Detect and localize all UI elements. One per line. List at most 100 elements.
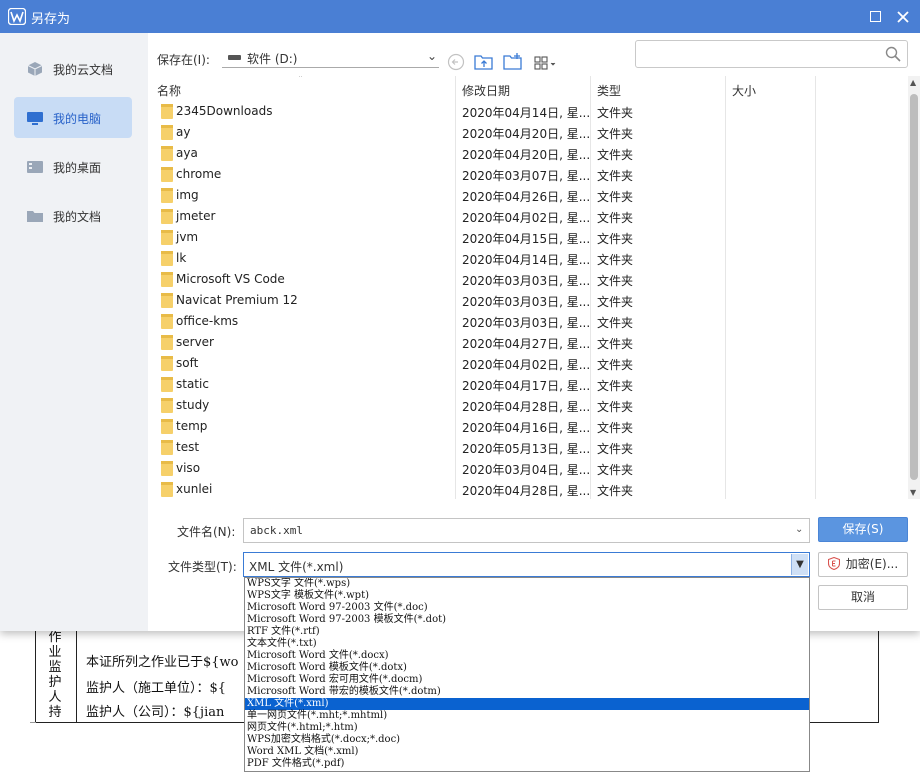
sort-up-icon: ˄ [298, 76, 303, 85]
new-folder-icon[interactable] [503, 52, 523, 72]
file-row[interactable]: test 2020年05月13日, 星... 文件夹 [155, 437, 908, 458]
scroll-up-icon[interactable]: ▲ [910, 78, 916, 87]
save-button[interactable]: 保存(S) [818, 517, 908, 542]
file-name: office-kms [176, 314, 239, 328]
close-button[interactable] [892, 6, 914, 28]
column-header-size[interactable]: 大小 [732, 82, 756, 99]
folder-icon [161, 482, 173, 497]
sidebar-item-cloud-docs[interactable]: 我的云文档 [14, 48, 132, 89]
filetype-option[interactable]: Microsoft Word 97-2003 模板文件(*.dot) [245, 614, 809, 626]
file-row[interactable]: office-kms 2020年03月03日, 星... 文件夹 [155, 311, 908, 332]
search-input[interactable] [635, 40, 908, 68]
file-row[interactable]: Microsoft VS Code 2020年03月03日, 星... 文件夹 [155, 269, 908, 290]
folder-icon [161, 335, 173, 350]
column-header-date[interactable]: 修改日期 [462, 82, 510, 99]
scrollbar-thumb[interactable] [910, 94, 918, 480]
filetype-option[interactable]: Microsoft Word 97-2003 文件(*.doc) [245, 602, 809, 614]
file-date: 2020年04月28日, 星... [462, 484, 591, 498]
file-name: jmeter [176, 209, 216, 223]
file-row[interactable]: xunlei 2020年04月28日, 星... 文件夹 [155, 479, 908, 499]
folder-icon [161, 398, 173, 413]
maximize-button[interactable] [864, 6, 886, 28]
dropdown-arrow-icon[interactable]: ▼ [791, 554, 808, 575]
file-date: 2020年05月13日, 星... [462, 442, 591, 456]
filetype-option[interactable]: PDF 文件格式(*.pdf) [245, 758, 809, 770]
file-row[interactable]: soft 2020年04月02日, 星... 文件夹 [155, 353, 908, 374]
save-in-label: 保存在(I): [157, 53, 210, 67]
file-row[interactable]: aya 2020年04月20日, 星... 文件夹 [155, 143, 908, 164]
filetype-option[interactable]: Microsoft Word 带宏的模板文件(*.dotm) [245, 686, 809, 698]
file-date: 2020年04月28日, 星... [462, 400, 591, 414]
filetype-option[interactable]: Word XML 文档(*.xml) [245, 746, 809, 758]
back-icon[interactable] [446, 52, 466, 72]
filename-input[interactable]: abck.xml [243, 518, 810, 543]
filetype-option[interactable]: Microsoft Word 宏可用文件(*.docm) [245, 674, 809, 686]
column-header-type[interactable]: 类型 [597, 82, 621, 99]
file-row[interactable]: Navicat Premium 12 2020年03月03日, 星... 文件夹 [155, 290, 908, 311]
cancel-button[interactable]: 取消 [818, 585, 908, 610]
file-date: 2020年03月03日, 星... [462, 316, 591, 330]
scroll-down-icon[interactable]: ▼ [910, 488, 916, 497]
file-date: 2020年04月16日, 星... [462, 421, 591, 435]
file-type: 文件夹 [597, 127, 634, 141]
file-date: 2020年04月14日, 星... [462, 253, 591, 267]
file-name: test [176, 440, 200, 454]
filetype-value: XML 文件(*.xml) [249, 560, 344, 574]
file-row[interactable]: chrome 2020年03月07日, 星... 文件夹 [155, 164, 908, 185]
vertical-scrollbar[interactable]: ▲ ▼ [908, 76, 920, 499]
file-type: 文件夹 [597, 106, 634, 120]
file-row[interactable]: ay 2020年04月20日, 星... 文件夹 [155, 122, 908, 143]
filetype-option[interactable]: Microsoft Word 文件(*.docx) [245, 650, 809, 662]
file-row[interactable]: 2345Downloads 2020年04月14日, 星... 文件夹 [155, 101, 908, 122]
filetype-select[interactable]: XML 文件(*.xml) ▼ [243, 552, 810, 577]
file-name: chrome [176, 167, 222, 181]
encrypt-button[interactable]: 加密(E)... [818, 552, 908, 577]
file-row[interactable]: temp 2020年04月16日, 星... 文件夹 [155, 416, 908, 437]
sidebar-item-my-computer[interactable]: 我的电脑 [14, 97, 132, 138]
encrypt-button-label: 加密(E)... [845, 557, 899, 571]
folder-icon [161, 356, 173, 371]
filetype-option[interactable]: XML 文件(*.xml) [245, 698, 809, 710]
chevron-down-icon[interactable]: ⌄ [795, 524, 803, 535]
file-date: 2020年04月02日, 星... [462, 211, 591, 225]
filetype-option[interactable]: WPS加密文档格式(*.docx;*.doc) [245, 734, 809, 746]
file-row[interactable]: server 2020年04月27日, 星... 文件夹 [155, 332, 908, 353]
file-row[interactable]: study 2020年04月28日, 星... 文件夹 [155, 395, 908, 416]
file-row[interactable]: viso 2020年03月04日, 星... 文件夹 [155, 458, 908, 479]
file-date: 2020年04月27日, 星... [462, 337, 591, 351]
file-date: 2020年04月17日, 星... [462, 379, 591, 393]
sidebar-item-desktop[interactable]: 我的桌面 [14, 146, 132, 187]
file-row[interactable]: img 2020年04月26日, 星... 文件夹 [155, 185, 908, 206]
file-type: 文件夹 [597, 211, 634, 225]
filetype-option[interactable]: RTF 文件(*.rtf) [245, 626, 809, 638]
column-header-name[interactable]: 名称 [157, 82, 181, 99]
sidebar-item-my-documents[interactable]: 我的文档 [14, 195, 132, 236]
up-folder-icon[interactable] [474, 52, 494, 72]
file-type: 文件夹 [597, 295, 634, 309]
file-row[interactable]: static 2020年04月17日, 星... 文件夹 [155, 374, 908, 395]
filetype-option[interactable]: WPS文字 模板文件(*.wpt) [245, 590, 809, 602]
filetype-option[interactable]: 单一网页文件(*.mht;*.mhtml) [245, 710, 809, 722]
doc-line-1: 本证所列之作业已于${wo [86, 655, 239, 670]
file-row[interactable]: lk 2020年04月14日, 星... 文件夹 [155, 248, 908, 269]
doc-corner-mark [30, 722, 36, 723]
filetype-option[interactable]: 网页文件(*.html;*.htm) [245, 722, 809, 734]
view-grid-icon[interactable] [533, 52, 561, 72]
folder-icon [161, 251, 173, 266]
filetype-option[interactable]: WPS文字 文件(*.wps) [245, 578, 809, 590]
file-type: 文件夹 [597, 421, 634, 435]
maximize-icon [869, 11, 881, 22]
folder-icon [161, 461, 173, 476]
location-select[interactable]: 软件 (D:) ⌄ [222, 46, 439, 68]
file-date: 2020年03月03日, 星... [462, 295, 591, 309]
folder-icon [161, 293, 173, 308]
filetype-option[interactable]: Microsoft Word 模板文件(*.dotx) [245, 662, 809, 674]
file-row[interactable]: jmeter 2020年04月02日, 星... 文件夹 [155, 206, 908, 227]
file-type: 文件夹 [597, 232, 634, 246]
window-title: 另存为 [31, 12, 71, 27]
sidebar-item-label: 我的云文档 [53, 63, 114, 77]
folder-icon [161, 167, 173, 182]
file-row[interactable]: jvm 2020年04月15日, 星... 文件夹 [155, 227, 908, 248]
title-bar[interactable]: 另存为 [0, 0, 920, 33]
filetype-option[interactable]: 文本文件(*.txt) [245, 638, 809, 650]
